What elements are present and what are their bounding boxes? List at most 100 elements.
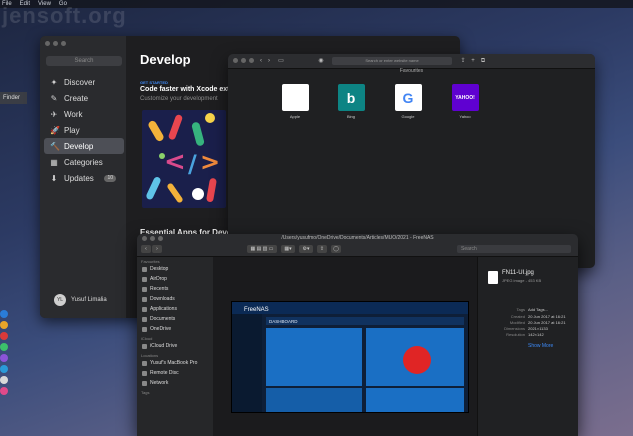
- folder-icon: [142, 370, 147, 376]
- develop-icon: 🔨: [50, 141, 60, 151]
- favourite-yahoo[interactable]: YAHOO! Yahoo: [450, 84, 480, 119]
- favourite-bing[interactable]: b Bing: [336, 84, 366, 119]
- minimize-button[interactable]: [53, 41, 58, 46]
- back-icon[interactable]: ‹: [258, 58, 264, 64]
- group-button[interactable]: ▦▾: [281, 245, 295, 253]
- info-key: Dimensions: [504, 326, 525, 331]
- share-icon[interactable]: ⇪: [317, 245, 327, 253]
- zoom-button[interactable]: [61, 41, 66, 46]
- sidebar-item-recents[interactable]: Recents: [137, 284, 213, 294]
- close-button[interactable]: [233, 58, 238, 63]
- user-name: Yusuf Limalia: [71, 297, 107, 303]
- play-icon: 🚀: [50, 125, 60, 135]
- sidebar-item-categories[interactable]: ▦ Categories: [44, 154, 124, 170]
- sidebar-item-create[interactable]: ✎ Create: [44, 90, 124, 106]
- folder-icon: [142, 286, 147, 292]
- tags-icon[interactable]: ◯: [331, 245, 341, 253]
- info-value: 2021×1133: [528, 326, 548, 331]
- sidebar-item-network[interactable]: Network: [137, 378, 213, 388]
- dock-app-icon[interactable]: [0, 354, 8, 362]
- sidebar-item-label: OneDrive: [150, 326, 172, 332]
- folder-icon: [142, 360, 147, 366]
- app-store-sidebar: Search ✦ Discover ✎ Create ✈ Work 🚀 Play 🔨 Develo…: [40, 36, 126, 318]
- minimize-button[interactable]: [241, 58, 246, 63]
- feature-artwork[interactable]: < / >: [142, 110, 226, 208]
- sidebar-item-icloud-drive[interactable]: iCloud Drive: [137, 341, 213, 351]
- app-store-search-input[interactable]: Search: [46, 56, 122, 66]
- sidebar-item-label: Discover: [64, 77, 96, 87]
- work-icon: ✈: [50, 109, 58, 119]
- sidebar-item-onedrive[interactable]: OneDrive: [137, 324, 213, 334]
- close-button[interactable]: [142, 236, 147, 241]
- info-row: Tags Add Tags...: [478, 307, 578, 312]
- minimize-button[interactable]: [150, 236, 155, 241]
- close-button[interactable]: [45, 41, 50, 46]
- sidebar-item-label: Categories: [64, 157, 103, 167]
- forward-button[interactable]: ›: [152, 245, 162, 253]
- url-bar[interactable]: Search or enter website name: [332, 57, 452, 65]
- sidebar-item-play[interactable]: 🚀 Play: [44, 122, 124, 138]
- finder-window: /Users/yusufmo/OneDrive/Documents/Articl…: [137, 234, 578, 436]
- view-options-button[interactable]: ▦ ▤ ▥ ▭: [247, 245, 277, 253]
- finder-search-input[interactable]: Search: [457, 245, 571, 253]
- window-controls: [233, 58, 254, 63]
- dock-app-icon[interactable]: [0, 365, 8, 373]
- folder-icon: [142, 266, 147, 272]
- dock-app-icon[interactable]: [0, 310, 8, 318]
- action-gear-icon[interactable]: ⚙▾: [299, 245, 313, 253]
- favourite-label: Yahoo: [459, 114, 471, 119]
- sidebar-item-documents[interactable]: Documents: [137, 314, 213, 324]
- tabs-icon[interactable]: ⧉: [480, 58, 486, 64]
- sidebar-item-applications[interactable]: Applications: [137, 304, 213, 314]
- privacy-icon[interactable]: ◉: [318, 58, 324, 64]
- feature-subtitle: Customize your development: [140, 96, 218, 102]
- forward-icon[interactable]: ›: [266, 58, 272, 64]
- window-controls: [45, 41, 66, 46]
- dock-app-icon[interactable]: [0, 332, 8, 340]
- share-icon[interactable]: ⇪: [460, 58, 466, 64]
- sidebar-item-remote-disc[interactable]: Remote Disc: [137, 368, 213, 378]
- info-value: 20 Jun 2017 at 16:21: [528, 314, 566, 319]
- info-row: Created 20 Jun 2017 at 16:21: [478, 314, 578, 319]
- folder-icon: [142, 343, 147, 349]
- dock: [0, 310, 9, 436]
- sidebar-item-yusuf-s-macbook-pro[interactable]: Yusuf's MacBook Pro: [137, 358, 213, 368]
- sidebar-item-downloads[interactable]: Downloads: [137, 294, 213, 304]
- sidebar-item-label: Documents: [150, 316, 176, 322]
- new-tab-icon[interactable]: +: [470, 58, 476, 64]
- freenas-screenshot-preview[interactable]: FreeNAS DASHBOARD: [231, 301, 469, 413]
- info-key: Tags: [516, 307, 525, 312]
- info-value[interactable]: Add Tags...: [528, 307, 548, 312]
- feature-eyebrow: GET STARTED: [140, 80, 168, 85]
- show-more-link[interactable]: Show More: [528, 343, 553, 349]
- sidebar-item-airdrop[interactable]: AirDrop: [137, 274, 213, 284]
- info-value: 142×142: [528, 332, 544, 337]
- sidebar-icon[interactable]: ▭: [278, 58, 284, 64]
- dock-app-icon[interactable]: [0, 376, 8, 384]
- dock-app-icon[interactable]: [0, 343, 8, 351]
- zoom-button[interactable]: [249, 58, 254, 63]
- icloud-list: iCloud Drive: [137, 341, 213, 351]
- feature-title[interactable]: Code faster with Xcode exten: [140, 86, 238, 93]
- sidebar-item-work[interactable]: ✈ Work: [44, 106, 124, 122]
- svg-text:<: <: [164, 147, 186, 177]
- sidebar-item-updates[interactable]: ⬇ Updates 10: [44, 170, 124, 186]
- favourite-google[interactable]: G Google: [393, 84, 423, 119]
- jpeg-file-icon: [488, 271, 498, 284]
- zoom-button[interactable]: [158, 236, 163, 241]
- sidebar-item-discover[interactable]: ✦ Discover: [44, 74, 124, 90]
- dock-app-icon[interactable]: [0, 321, 8, 329]
- sidebar-item-desktop[interactable]: Desktop: [137, 264, 213, 274]
- window-title: /Users/yusufmo/OneDrive/Documents/Articl…: [137, 234, 578, 242]
- folder-icon: [142, 326, 147, 332]
- discover-icon: ✦: [50, 77, 58, 87]
- folder-icon: [142, 296, 147, 302]
- sidebar-item-develop[interactable]: 🔨 Develop: [44, 138, 124, 154]
- sidebar-item-label: iCloud Drive: [150, 343, 178, 349]
- dock-app-icon[interactable]: [0, 387, 8, 395]
- back-button[interactable]: ‹: [141, 245, 151, 253]
- favourite-apple[interactable]: Apple: [280, 84, 310, 119]
- finder-toolbar: ‹ › ▦ ▤ ▥ ▭ ▦▾ ⚙▾ ⇪ ◯ Search: [137, 242, 578, 257]
- account-button[interactable]: YL Yusuf Limalia: [54, 294, 107, 306]
- sidebar-item-label: Desktop: [150, 266, 169, 272]
